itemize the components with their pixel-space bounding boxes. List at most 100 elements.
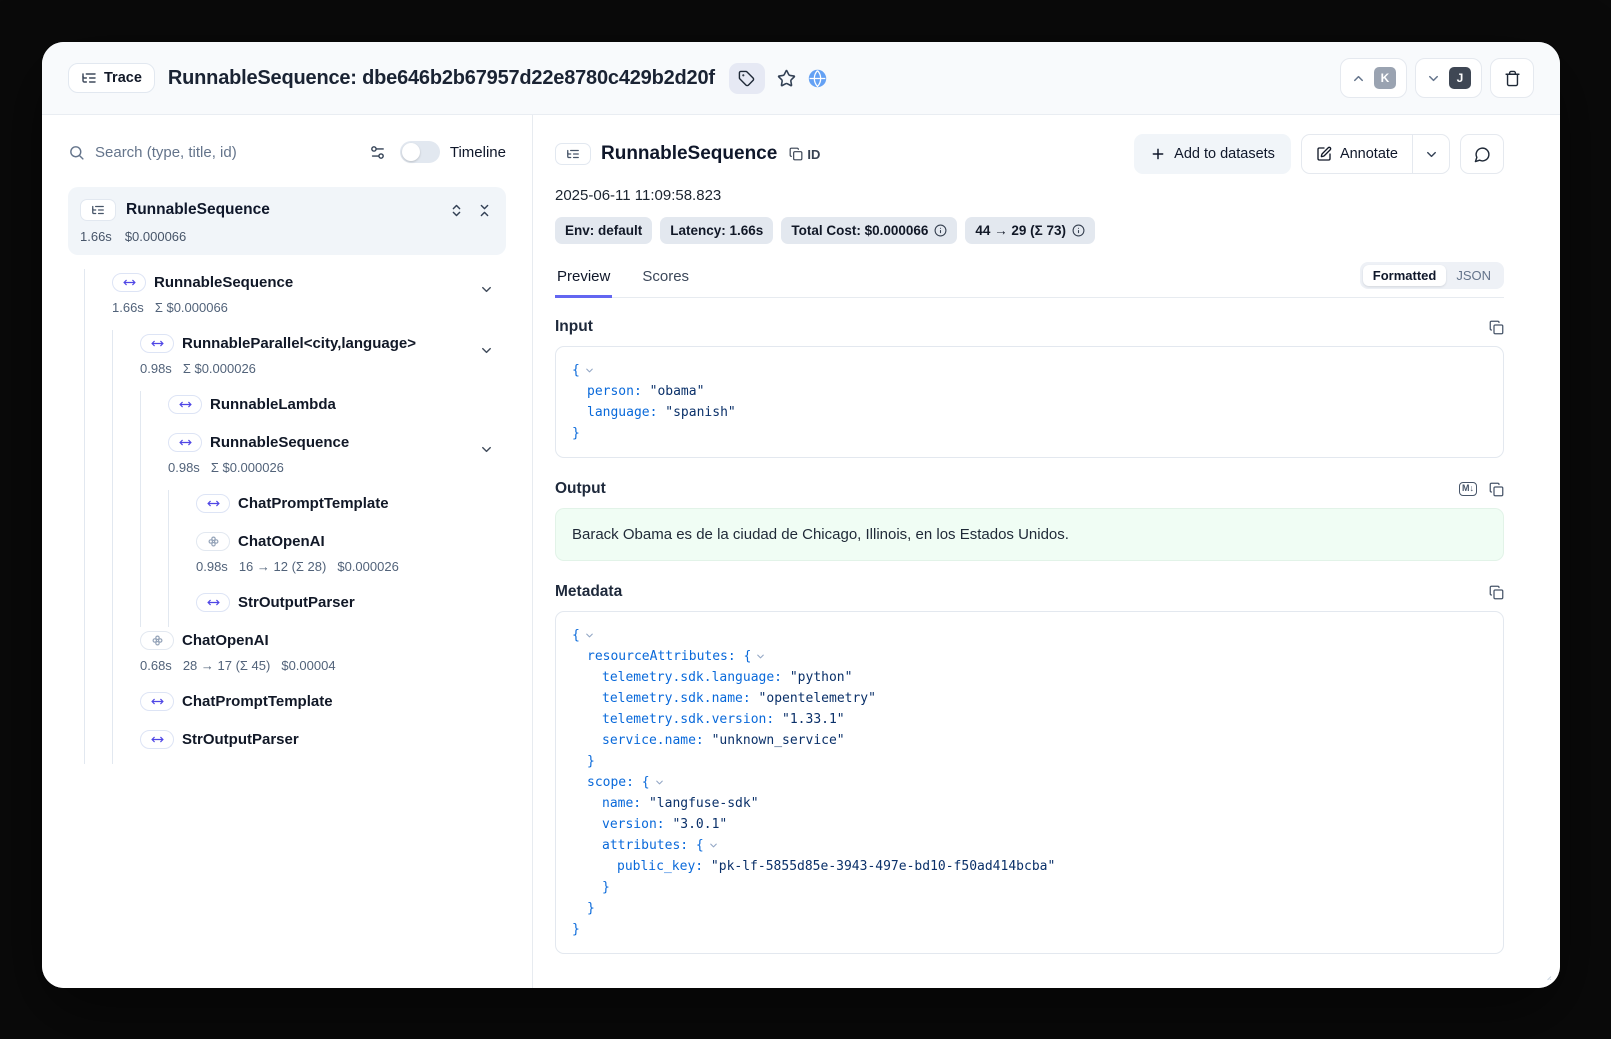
span-icon	[196, 494, 230, 513]
add-to-datasets-label: Add to datasets	[1174, 146, 1275, 162]
format-option-json[interactable]: JSON	[1446, 265, 1501, 286]
tree-indent-guide	[140, 589, 168, 627]
json-collapse-icon[interactable]	[708, 840, 719, 851]
share-public-button[interactable]	[808, 69, 827, 88]
output-section-title: Output	[555, 480, 606, 498]
tree-item-runnableparallel-city-language[interactable]: RunnableParallel<city,language>0.98sΣ $0…	[68, 330, 506, 391]
expand-all-icon[interactable]	[449, 203, 464, 218]
tree-indent-guide	[112, 627, 140, 688]
tree-indent-guide	[84, 688, 112, 726]
tree-item-runnablesequence[interactable]: RunnableSequence 0.98sΣ $0.000026	[68, 429, 506, 490]
search-row: Timeline	[68, 135, 506, 169]
observation-label: ChatOpenAI	[238, 533, 325, 550]
tree-item-chatprompttemplate[interactable]: ChatPromptTemplate	[68, 490, 506, 528]
search-input[interactable]	[95, 144, 369, 161]
window-resize-handle[interactable]	[1541, 970, 1552, 981]
tree-item-stroutputparser[interactable]: StrOutputParser	[68, 726, 506, 764]
observation-metrics: 1.66sΣ $0.000066	[112, 298, 293, 318]
output-text: Barack Obama es de la ciudad de Chicago,…	[555, 508, 1504, 561]
tree-indent-guide	[112, 726, 140, 764]
json-collapse-icon[interactable]	[584, 365, 595, 376]
tree-indent-guide	[84, 528, 112, 589]
tree-indent-guide	[140, 528, 168, 589]
tab-scores[interactable]: Scores	[640, 268, 691, 298]
metric-badge: 44 → 29 (Σ 73)	[965, 217, 1095, 244]
tab-preview[interactable]: Preview	[555, 268, 612, 298]
metadata-section: Metadata {resourceAttributes: {telemetry…	[555, 583, 1504, 954]
tree-indent-guide	[168, 490, 196, 528]
next-trace-button[interactable]: J	[1415, 58, 1482, 98]
square-pen-icon	[1316, 146, 1332, 162]
observation-metrics: 0.68s28 → 17 (Σ 45)$0.00004	[140, 656, 336, 676]
tree-item-chatopenai[interactable]: ChatOpenAI0.98s16 → 12 (Σ 28)$0.000026	[68, 528, 506, 589]
timeline-toggle[interactable]	[400, 141, 440, 163]
search-icon	[68, 144, 85, 161]
tree-indent-guide	[140, 429, 168, 490]
tree-indent-guide	[168, 528, 196, 589]
tree-indent-guide	[112, 391, 140, 429]
chevron-up-icon	[1351, 71, 1366, 86]
collapse-all-icon[interactable]	[477, 203, 492, 218]
tree-indent-guide	[140, 490, 168, 528]
trace-type-badge: Trace	[68, 63, 155, 93]
copy-icon[interactable]	[1489, 482, 1504, 497]
tree-indent-guide	[140, 391, 168, 429]
copy-id-button[interactable]: ID	[789, 147, 820, 162]
root-trace-metrics: 1.66s $0.000066	[80, 229, 492, 244]
tree-indent-guide	[168, 589, 196, 627]
info-icon[interactable]	[1072, 224, 1085, 237]
metadata-json-box: {resourceAttributes: {telemetry.sdk.lang…	[555, 611, 1504, 954]
chevron-down-icon[interactable]	[479, 282, 494, 297]
prev-trace-button[interactable]: K	[1340, 58, 1407, 98]
add-to-datasets-button[interactable]: Add to datasets	[1134, 134, 1291, 174]
comment-bubble-icon	[1474, 146, 1491, 163]
timeline-label: Timeline	[450, 144, 506, 161]
observation-label: ChatPromptTemplate	[238, 495, 389, 512]
tree-root-selected[interactable]: RunnableSequence 1.66s $0.000066	[68, 187, 506, 255]
list-tree-icon	[81, 70, 97, 86]
bookmark-star-button[interactable]	[777, 69, 796, 88]
star-icon	[777, 69, 796, 88]
span-icon	[168, 395, 202, 414]
tag-button[interactable]	[729, 63, 765, 94]
annotate-button[interactable]: Annotate	[1302, 135, 1412, 173]
chevron-down-icon	[1426, 71, 1441, 86]
observation-label: RunnableSequence	[210, 434, 349, 451]
tree-indent-guide	[84, 429, 112, 490]
tree-item-chatprompttemplate[interactable]: ChatPromptTemplate	[68, 688, 506, 726]
detail-actions: Add to datasets Annotate	[1134, 134, 1504, 174]
info-icon[interactable]	[934, 224, 947, 237]
tree-indent-guide	[112, 330, 140, 391]
tree-indent-guide	[84, 726, 112, 764]
json-collapse-icon[interactable]	[755, 651, 766, 662]
tree-item-runnablesequence[interactable]: RunnableSequence1.66sΣ $0.000066	[68, 269, 506, 330]
header: Trace RunnableSequence: dbe646b2b67957d2…	[42, 42, 1560, 115]
keycap-j: J	[1449, 67, 1471, 89]
tree-item-chatopenai[interactable]: ChatOpenAI 0.68s28 → 17 (Σ 45)$0.00004	[68, 627, 506, 688]
tree-indent-guide	[84, 627, 112, 688]
observation-metrics: 0.98sΣ $0.000026	[168, 458, 349, 478]
chevron-down-icon[interactable]	[479, 343, 494, 358]
filter-settings-icon[interactable]	[369, 144, 386, 161]
tree-item-stroutputparser[interactable]: StrOutputParser	[68, 589, 506, 627]
metric-badge: Latency: 1.66s	[660, 217, 773, 244]
json-collapse-icon[interactable]	[584, 630, 595, 641]
observation-label: ChatOpenAI	[182, 632, 269, 649]
chevron-down-icon[interactable]	[479, 442, 494, 457]
format-option-formatted[interactable]: Formatted	[1363, 265, 1447, 286]
tree-item-runnablelambda[interactable]: RunnableLambda	[68, 391, 506, 429]
json-collapse-icon[interactable]	[654, 777, 665, 788]
span-icon	[140, 334, 174, 353]
comments-button[interactable]	[1460, 134, 1504, 174]
span-icon	[112, 273, 146, 292]
markdown-toggle-icon[interactable]: M↓	[1459, 482, 1477, 496]
observation-label: RunnableLambda	[210, 396, 336, 413]
delete-trace-button[interactable]	[1490, 58, 1534, 98]
copy-icon[interactable]	[1489, 320, 1504, 335]
annotate-dropdown-button[interactable]	[1413, 135, 1449, 173]
copy-icon[interactable]	[1489, 585, 1504, 600]
output-section: Output M↓ Barack Obama es de la ciudad d…	[555, 480, 1504, 561]
input-json-box: {person: "obama"language: "spanish"}	[555, 346, 1504, 458]
globe-icon	[808, 69, 827, 88]
observation-label: StrOutputParser	[182, 731, 299, 748]
